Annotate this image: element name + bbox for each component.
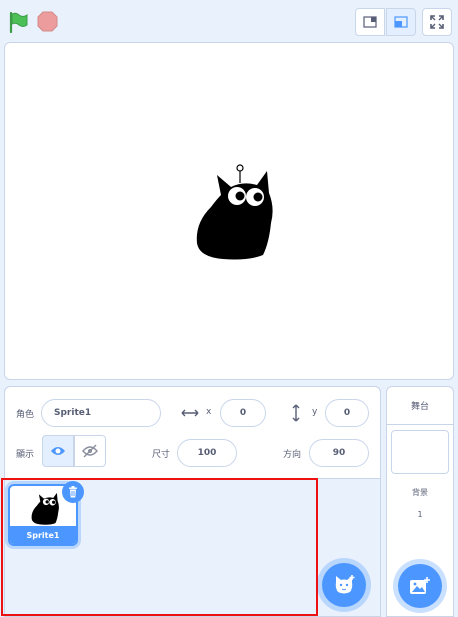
x-arrows-icon (181, 409, 199, 417)
y-value: 0 (343, 408, 351, 418)
size-value: 100 (197, 448, 217, 458)
image-plus-icon (410, 577, 430, 594)
x-input[interactable]: 0 (220, 399, 266, 427)
sprite-name-label: 角色 (16, 410, 35, 420)
direction-input[interactable]: 90 (309, 439, 369, 467)
eye-icon (51, 447, 65, 455)
trash-icon (69, 486, 77, 498)
show-label: 顯示 (16, 450, 35, 460)
backdrop-thumbnail[interactable] (391, 430, 449, 474)
x-label: x (206, 407, 212, 417)
add-sprite-button[interactable] (322, 563, 366, 607)
backdrops-label: 背景 (412, 488, 428, 497)
add-backdrop-button[interactable] (398, 564, 442, 608)
small-stage-icon (363, 16, 377, 28)
green-flag-icon[interactable] (8, 11, 30, 33)
size-label: 尺寸 (152, 450, 171, 460)
stage-canvas[interactable] (4, 42, 454, 380)
fullscreen-button[interactable] (422, 8, 452, 36)
stage-selector[interactable]: 舞台 背景 1 (386, 386, 454, 617)
stage-title: 舞台 (387, 387, 453, 425)
y-input[interactable]: 0 (325, 399, 369, 427)
sprite-thumb-name: Sprite1 (10, 526, 76, 544)
backdrops-count: 1 (417, 510, 423, 519)
sprite-name-value: Sprite1 (54, 408, 92, 418)
sprite-thumb-image (31, 492, 59, 525)
x-value: 0 (239, 408, 247, 418)
eye-slash-icon (82, 444, 98, 458)
large-stage-icon (394, 16, 408, 28)
size-input[interactable]: 100 (177, 439, 237, 467)
fullscreen-icon (430, 15, 444, 29)
y-arrows-icon (292, 404, 300, 422)
direction-label: 方向 (283, 450, 302, 460)
y-label: y (312, 407, 318, 417)
delete-sprite-button[interactable] (62, 481, 84, 503)
show-sprite-button[interactable] (42, 435, 74, 467)
direction-value: 90 (332, 448, 346, 458)
sprite-name-input[interactable]: Sprite1 (41, 399, 161, 427)
sprite-on-stage[interactable] (193, 163, 275, 263)
sprite-info: 角色 Sprite1 x 0 y 0 顯示 尺寸 100 方向 90 (5, 387, 380, 479)
stop-icon[interactable] (37, 11, 58, 32)
small-stage-button[interactable] (355, 8, 385, 36)
cat-plus-icon (335, 575, 355, 594)
hide-sprite-button[interactable] (74, 435, 106, 467)
large-stage-button[interactable] (386, 8, 416, 36)
stage-header (0, 0, 458, 42)
